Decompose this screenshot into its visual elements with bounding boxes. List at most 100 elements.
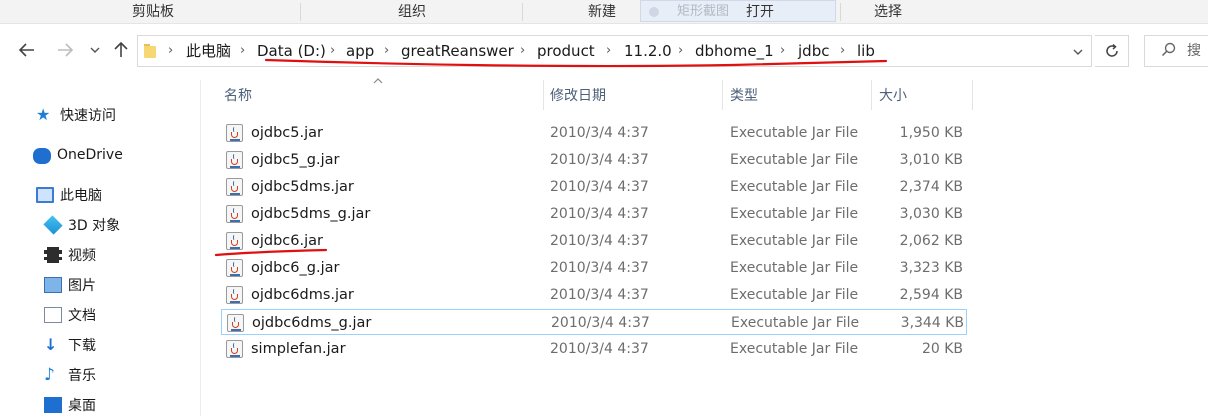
breadcrumb-separator-icon[interactable]: › [780, 36, 785, 66]
sidebar-item-label: 图片 [68, 278, 96, 294]
file-row[interactable]: ojdbc5_g.jar 2010/3/4 4:37 Executable Ja… [221, 147, 967, 173]
file-type: Executable Jar File [730, 152, 859, 168]
search-placeholder: 搜 [1187, 43, 1201, 59]
breadcrumb-separator-icon[interactable]: › [520, 36, 525, 66]
back-button[interactable] [14, 37, 40, 63]
sidebar-item-videos[interactable]: 视频 [44, 242, 96, 268]
up-arrow-icon [114, 42, 128, 57]
breadcrumb-jdbc[interactable]: jdbc [798, 36, 829, 66]
overlay-dot-icon [649, 7, 659, 17]
ribbon-divider [840, 3, 841, 21]
file-name: ojdbc5_g.jar [251, 152, 340, 168]
file-row[interactable]: ojdbc5dms.jar 2010/3/4 4:37 Executable J… [221, 174, 967, 200]
search-icon [1161, 42, 1176, 61]
breadcrumb-separator-icon[interactable]: › [606, 36, 611, 66]
file-list: 名称 修改日期 类型 大小 ojdbc5.jar 2010/3/4 4:37 E… [215, 78, 1208, 416]
sidebar-item-label: 音乐 [68, 368, 96, 384]
file-name: ojdbc5dms.jar [251, 179, 354, 195]
file-row[interactable]: ojdbc6dms.jar 2010/3/4 4:37 Executable J… [221, 282, 967, 308]
breadcrumb-app[interactable]: app [346, 36, 374, 66]
file-row[interactable]: simplefan.jar 2010/3/4 4:37 Executable J… [221, 336, 967, 362]
sidebar-item-onedrive[interactable]: OneDrive [33, 142, 123, 168]
java-jar-icon [226, 151, 243, 169]
file-type: Executable Jar File [730, 179, 859, 195]
sidebar-item-desktop[interactable]: 桌面 [44, 392, 96, 416]
ribbon-group-open: 打开 [746, 4, 774, 20]
breadcrumb-version[interactable]: 11.2.0 [624, 36, 672, 66]
breadcrumb-this-pc[interactable]: 此电脑 [186, 36, 231, 66]
column-divider[interactable] [871, 80, 872, 110]
file-type: Executable Jar File [730, 341, 859, 357]
forward-button[interactable] [52, 37, 78, 63]
sidebar-item-label: 桌面 [68, 398, 96, 414]
sidebar-item-quick-access[interactable]: ★ 快速访问 [36, 102, 116, 128]
column-header-type[interactable]: 类型 [730, 80, 758, 112]
sidebar-item-documents[interactable]: 文档 [44, 302, 96, 328]
computer-icon [36, 187, 54, 203]
breadcrumb-separator-icon[interactable]: › [240, 36, 245, 66]
ribbon-group-labels: 剪贴板 组织 新建 矩形截图 打开 选择 [0, 0, 1208, 24]
file-row[interactable]: ojdbc6.jar 2010/3/4 4:37 Executable Jar … [221, 228, 967, 254]
sidebar-item-pictures[interactable]: 图片 [44, 272, 96, 298]
file-date: 2010/3/4 4:37 [550, 233, 649, 249]
file-row-focused[interactable]: ojdbc6dms_g.jar 2010/3/4 4:37 Executable… [221, 309, 967, 335]
column-divider[interactable] [972, 80, 973, 110]
ribbon-group-select: 选择 [874, 4, 902, 20]
sidebar-item-music[interactable]: ♪ 音乐 [44, 362, 96, 388]
file-size: 3,344 KB [900, 315, 964, 331]
chevron-down-icon [90, 47, 100, 53]
file-size: 3,323 KB [899, 260, 963, 276]
column-divider[interactable] [543, 80, 544, 110]
breadcrumb-separator-icon[interactable]: › [330, 36, 335, 66]
column-header-name[interactable]: 名称 [224, 80, 252, 112]
address-history-chevron-icon[interactable] [1073, 36, 1083, 66]
refresh-icon [1105, 43, 1118, 57]
breadcrumb-separator-icon[interactable]: › [168, 36, 173, 66]
address-bar[interactable]: › 此电脑 › Data (D:) › app › greatReanswer … [137, 35, 1092, 67]
breadcrumb-dbhome[interactable]: dbhome_1 [695, 36, 774, 66]
sidebar-item-label: 此电脑 [60, 188, 102, 204]
sidebar-item-3d-objects[interactable]: 3D 对象 [43, 212, 120, 238]
file-size: 2,062 KB [899, 233, 963, 249]
ribbon-group-organize: 组织 [398, 4, 426, 20]
breadcrumb-separator-icon[interactable]: › [678, 36, 683, 66]
sidebar-item-label: 快速访问 [60, 108, 116, 124]
breadcrumb-product[interactable]: product [537, 36, 595, 66]
search-box[interactable]: 搜 [1144, 35, 1208, 67]
java-jar-icon [226, 232, 243, 250]
file-date: 2010/3/4 4:37 [550, 179, 649, 195]
breadcrumb-separator-icon[interactable]: › [384, 36, 389, 66]
file-row[interactable]: ojdbc5.jar 2010/3/4 4:37 Executable Jar … [221, 120, 967, 146]
sort-ascending-icon [373, 76, 383, 87]
java-jar-icon [226, 340, 243, 358]
column-divider[interactable] [722, 80, 723, 110]
up-button[interactable] [108, 37, 134, 63]
file-date: 2010/3/4 4:37 [551, 315, 650, 331]
file-name: ojdbc5dms_g.jar [251, 206, 371, 222]
file-date: 2010/3/4 4:37 [550, 152, 649, 168]
column-header-date[interactable]: 修改日期 [550, 80, 606, 112]
sidebar-item-downloads[interactable]: ↓ 下载 [44, 332, 96, 358]
sidebar-item-this-pc[interactable]: 此电脑 [36, 182, 102, 208]
breadcrumb-data-drive[interactable]: Data (D:) [257, 36, 326, 66]
java-jar-icon [226, 259, 243, 277]
file-name: ojdbc6dms_g.jar [252, 315, 372, 331]
file-row[interactable]: ojdbc5dms_g.jar 2010/3/4 4:37 Executable… [221, 201, 967, 227]
file-type: Executable Jar File [730, 125, 859, 141]
file-name: ojdbc6.jar [251, 233, 323, 249]
sidebar-item-label: 文档 [68, 308, 96, 324]
file-name: ojdbc5.jar [251, 125, 323, 141]
recent-locations-button[interactable] [88, 37, 102, 63]
file-row[interactable]: ojdbc6_g.jar 2010/3/4 4:37 Executable Ja… [221, 255, 967, 281]
download-icon: ↓ [44, 335, 58, 354]
back-arrow-icon [19, 43, 34, 57]
breadcrumb-greatreanswer[interactable]: greatReanswer [401, 36, 514, 66]
video-icon [44, 247, 62, 263]
breadcrumb-lib[interactable]: lib [857, 36, 875, 66]
pictures-icon [44, 277, 62, 293]
column-header-size[interactable]: 大小 [879, 80, 907, 112]
refresh-button[interactable] [1095, 35, 1129, 67]
java-jar-icon [226, 205, 243, 223]
ribbon-group-new: 新建 [588, 4, 616, 20]
breadcrumb-separator-icon[interactable]: › [840, 36, 845, 66]
